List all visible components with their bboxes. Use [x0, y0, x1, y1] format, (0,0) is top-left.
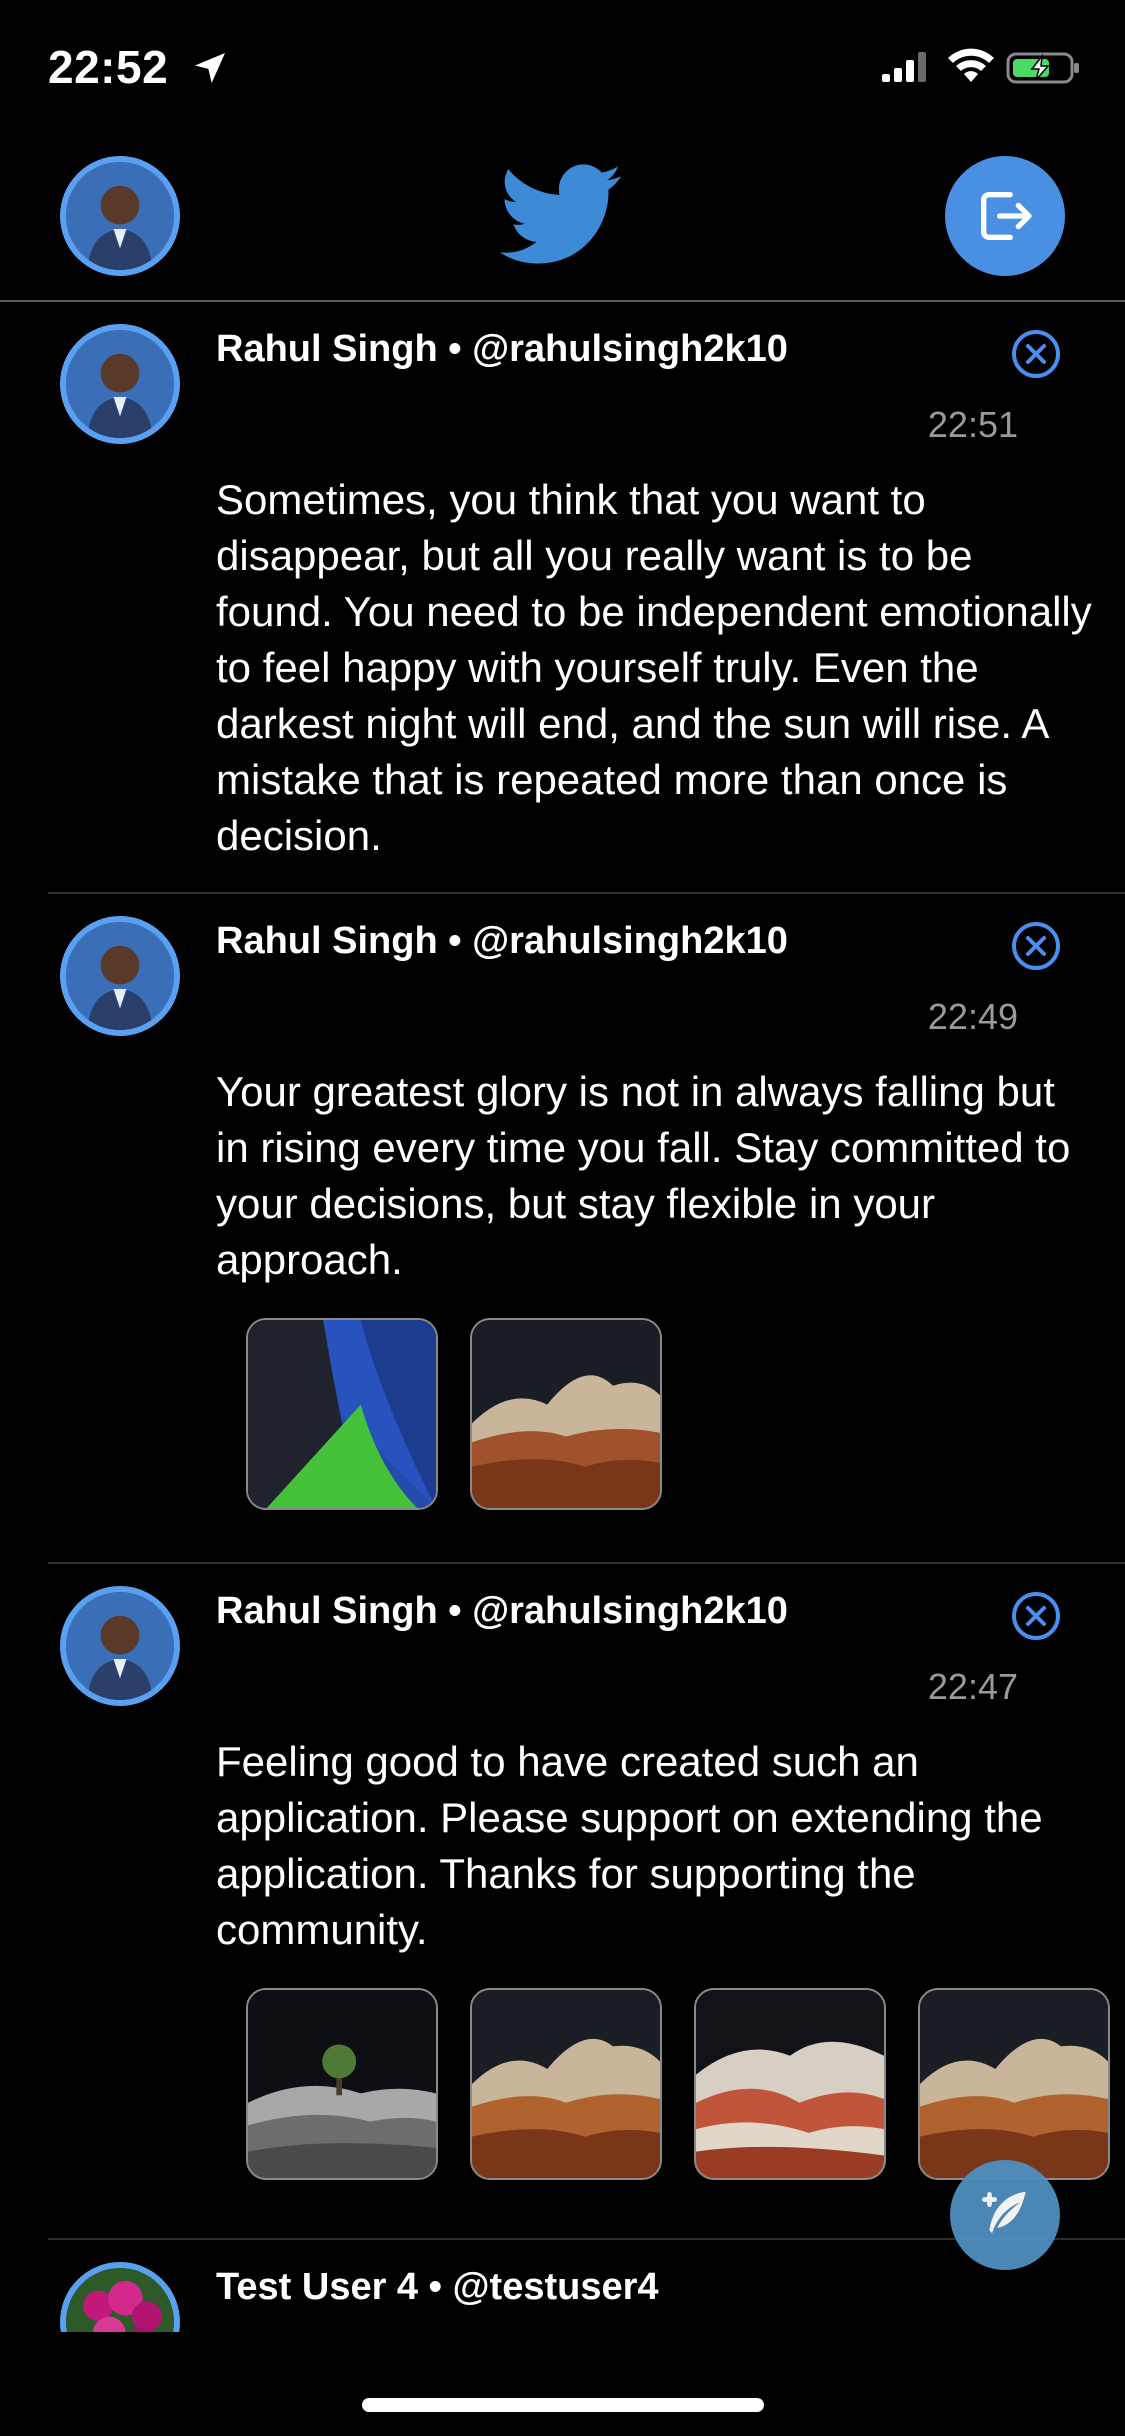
wifi-icon [948, 48, 994, 82]
app-header [0, 140, 1125, 302]
battery-charging-icon [1006, 52, 1079, 84]
status-time: 22:52 [48, 41, 169, 93]
tweet-card[interactable]: Rahul Singh • @rahulsingh2k10 22:47 Feel… [48, 1564, 1125, 2238]
tweet-text: Your greatest glory is not in always fal… [216, 1068, 1071, 1283]
home-indicator[interactable] [362, 2398, 764, 2412]
tweet-media-row [246, 1318, 1066, 1514]
tweet-author-avatar[interactable] [60, 324, 180, 444]
bottom-fade [0, 2332, 1125, 2436]
tweet-author: Rahul Singh • @rahulsingh2k10 [216, 1590, 788, 1632]
delete-tweet-icon[interactable] [1010, 920, 1062, 972]
delete-tweet-icon[interactable] [1010, 1590, 1062, 1642]
media-thumbnail[interactable] [694, 1988, 886, 2180]
delete-tweet-icon[interactable] [1010, 328, 1062, 380]
tweet-timestamp: 22:49 [927, 996, 1018, 1037]
cellular-signal-icon [882, 52, 926, 82]
tweet-timestamp: 22:47 [927, 1666, 1018, 1707]
media-thumbnail[interactable] [470, 1988, 662, 2180]
tweet-card[interactable]: Test User 4 • @testuser4 [48, 2240, 1125, 2332]
twitter-bird-icon [500, 164, 622, 264]
tweet-author: Rahul Singh • @rahulsingh2k10 [216, 328, 788, 370]
tweet-text: Sometimes, you think that you want to di… [216, 476, 1092, 859]
media-thumbnail[interactable] [246, 1318, 438, 1510]
tweet-author: Test User 4 • @testuser4 [216, 2266, 659, 2308]
tweet-text: Feeling good to have created such an app… [216, 1738, 1043, 1953]
tweet-card[interactable]: Rahul Singh • @rahulsingh2k10 22:51 Some… [48, 302, 1125, 892]
logout-button[interactable] [945, 156, 1065, 276]
media-thumbnail[interactable] [470, 1318, 662, 1510]
tweet-media-row [246, 1988, 1114, 2184]
location-arrow-icon [195, 53, 225, 83]
tweet-author-avatar[interactable] [60, 2262, 180, 2332]
tweet-author-avatar[interactable] [60, 1586, 180, 1706]
media-thumbnail[interactable] [246, 1988, 438, 2180]
status-bar: 22:52 [0, 0, 1125, 140]
tweet-author-avatar[interactable] [60, 916, 180, 1036]
tweet-author: Rahul Singh • @rahulsingh2k10 [216, 920, 788, 962]
compose-tweet-button[interactable] [950, 2160, 1060, 2270]
logout-icon [981, 192, 1032, 240]
compose-feather-icon [982, 2191, 1026, 2234]
profile-avatar[interactable] [60, 156, 180, 276]
media-thumbnail[interactable] [918, 1988, 1110, 2180]
tweet-timestamp: 22:51 [927, 404, 1018, 445]
tweet-card[interactable]: Rahul Singh • @rahulsingh2k10 22:49 Your… [48, 894, 1125, 1562]
